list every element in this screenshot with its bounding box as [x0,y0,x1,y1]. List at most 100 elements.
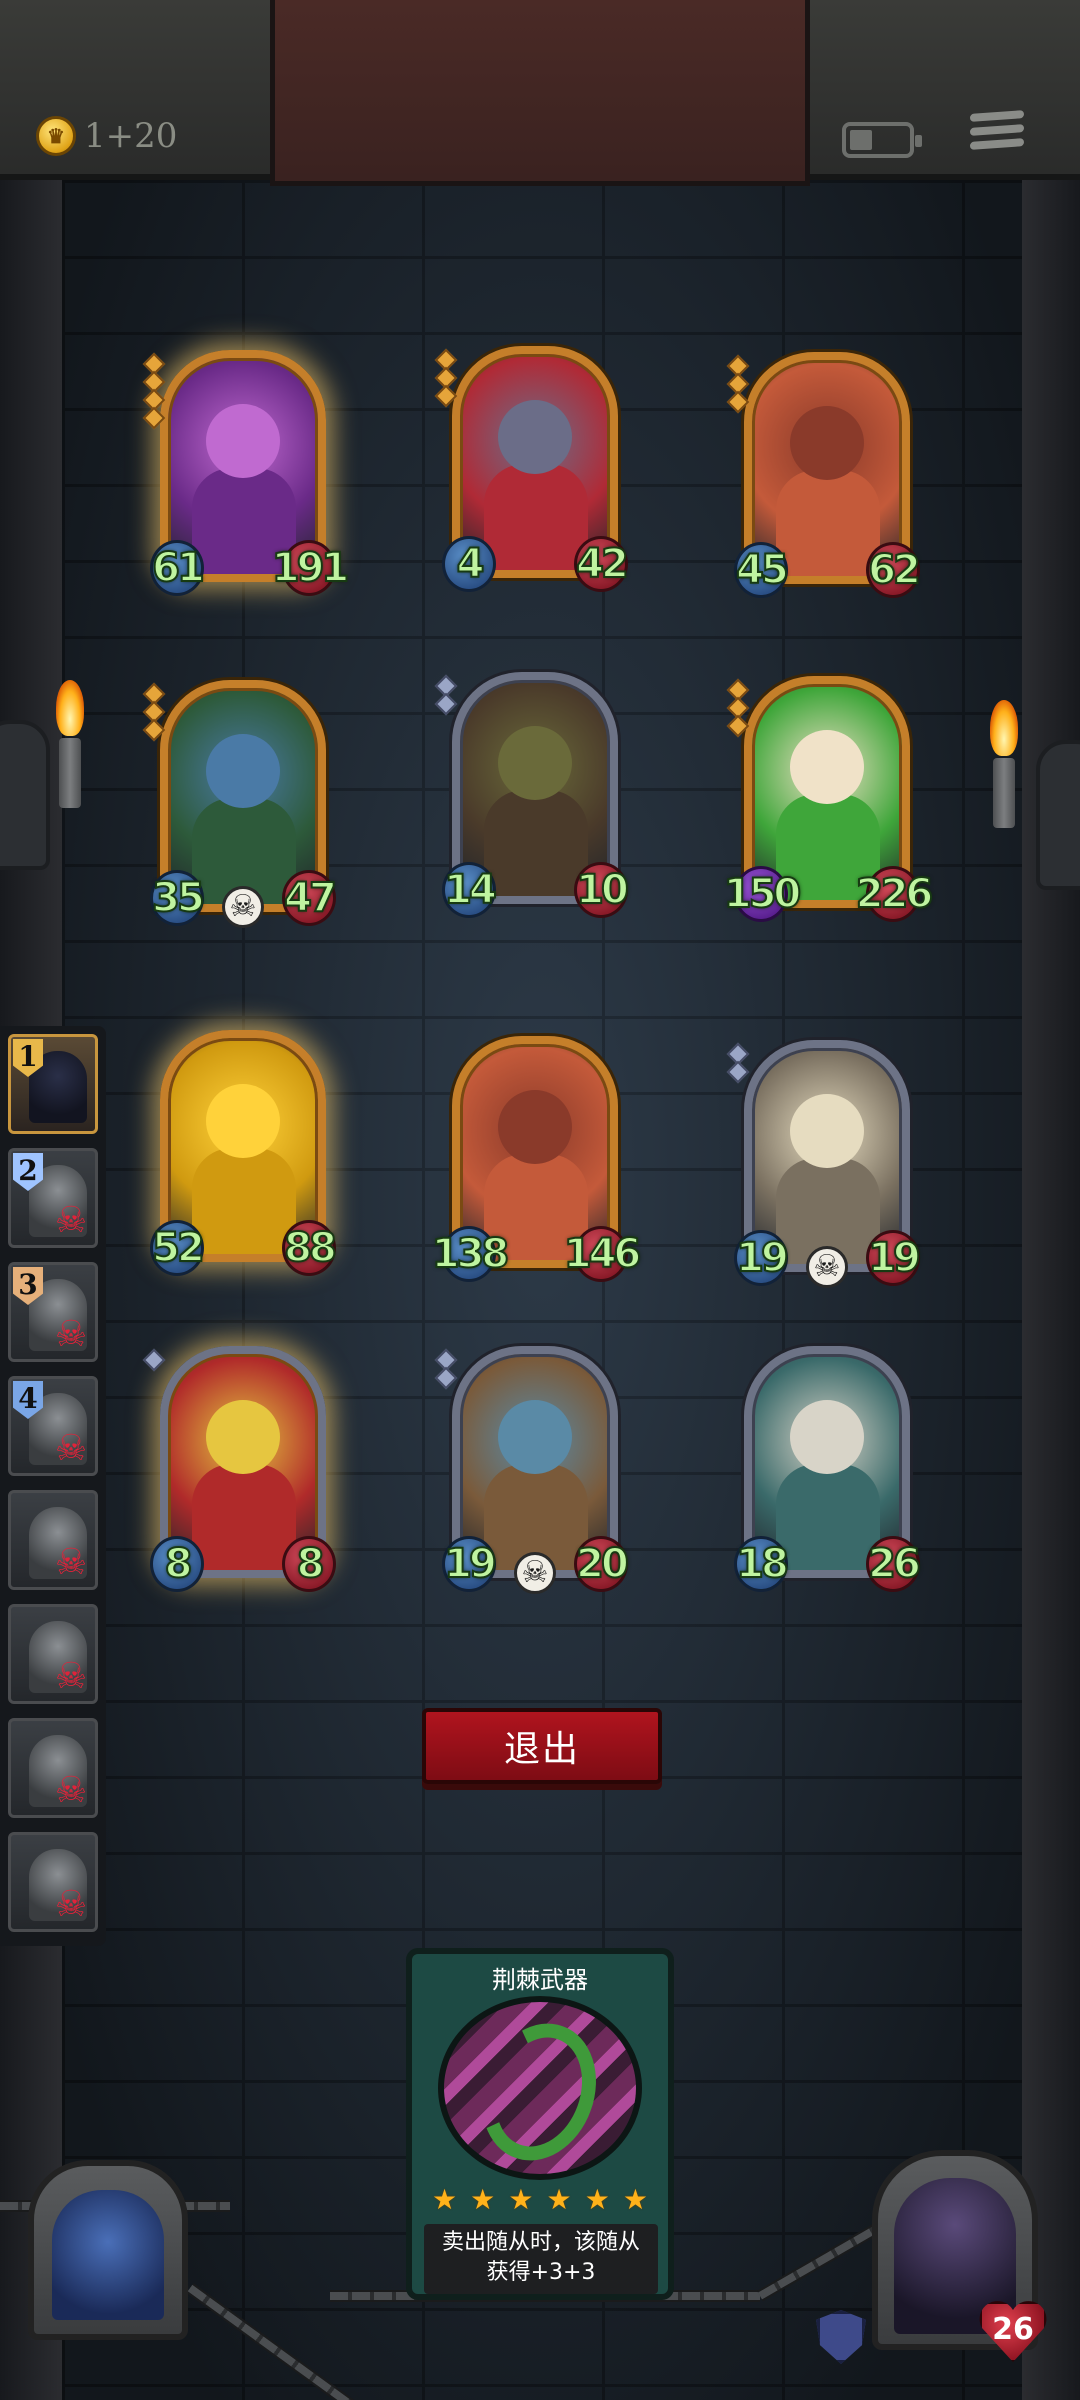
minion-attack: 138 [431,1226,510,1282]
minion-attack: 14 [442,862,498,918]
torch-right-icon [984,700,1024,840]
battery-icon [842,122,922,158]
eliminated-skull-icon: ☠ [54,1200,88,1241]
minion-card[interactable]: 61 191 [142,350,350,596]
minion-attack: 19 [734,1230,790,1286]
roster-slot[interactable]: ☠ [8,1718,98,1818]
minion-health: 26 [866,1536,922,1592]
minion-portrait [168,1354,318,1570]
minion-health: 88 [282,1220,338,1276]
roster-slot[interactable]: 1 [8,1034,98,1134]
minion-portrait [460,1354,610,1570]
eliminated-skull-icon: ☠ [54,1884,88,1925]
minion-attack: 52 [150,1220,206,1276]
deathrattle-skull-icon: ☠ [806,1246,848,1288]
minion-card[interactable]: 138 146 [431,1036,642,1282]
minion-tier-pips [142,1348,166,1372]
minion-attack: 18 [734,1536,790,1592]
tier-pip-icon [434,1366,458,1390]
eliminated-skull-icon: ☠ [54,1542,88,1583]
minion-card[interactable]: 88 [142,1346,336,1592]
roster-slot[interactable]: ☠ [8,1490,98,1590]
minion-portrait [460,354,610,570]
wall-sconce-left [0,720,50,870]
star-icon: ★ [546,2184,572,2215]
star-icon: ★ [584,2184,610,2215]
minion-attack: 61 [150,540,206,596]
wall-right-edge [1022,0,1080,2400]
spell-desc-line2: 获得+3+3 [486,2260,596,2285]
minion-attack: 4 [442,536,496,592]
minion-health: 20 [574,1536,630,1592]
minion-portrait [752,360,902,576]
opponent-hero-portrait[interactable] [28,2160,188,2340]
minion-portrait [168,688,318,904]
roster-slot[interactable]: 2 ☠ [8,1148,98,1248]
minion-card[interactable]: 19 20 ☠ [434,1346,630,1594]
minion-health: 226 [855,866,934,922]
tier-pip-icon [142,406,166,430]
minion-health: 10 [574,862,630,918]
tier-pip-icon [142,1348,166,1372]
minion-tier-pips [434,1348,458,1390]
star-icon: ★ [508,2184,534,2215]
tier-pip-icon [726,390,750,414]
minion-health: 19 [866,1230,922,1286]
spell-card[interactable]: 荆棘武器 ★ ★ ★ ★ ★ ★ 卖出随从时，该随从 获得+3+3 [406,1948,674,2300]
crown-coin-icon: ♛ [36,116,76,156]
roster-slot[interactable]: ☠ [8,1604,98,1704]
menu-icon[interactable] [970,110,1024,160]
hero-health-value: 26 [992,2312,1034,2347]
eliminated-skull-icon: ☠ [54,1314,88,1355]
minion-tier-pips [726,678,750,738]
minion-attack: 35 [150,870,206,926]
gold-text: 1+20 [84,116,178,156]
eliminated-skull-icon: ☠ [54,1656,88,1697]
deathrattle-skull-icon: ☠ [514,1552,556,1594]
tier-pip-icon [726,1060,750,1084]
minion-attack: 19 [442,1536,498,1592]
minion-card[interactable]: 35 47 ☠ [142,680,338,928]
tier-pip-icon [142,718,166,742]
player-roster: 1 2 ☠ 3 ☠ 4 ☠ ☠ ☠ ☠ ☠ [0,1026,106,1946]
deathrattle-skull-icon: ☠ [222,886,264,928]
minion-health: 191 [271,540,350,596]
minion-health: 47 [282,870,338,926]
star-icon: ★ [470,2184,496,2215]
spell-card-title: 荆棘武器 [492,1966,588,1994]
eliminated-skull-icon: ☠ [54,1770,88,1811]
minion-tier-pips [726,1042,750,1084]
roster-slot[interactable]: 3 ☠ [8,1262,98,1362]
minion-portrait [168,358,318,574]
tier-pip-icon [434,384,458,408]
thorn-weapon-art [438,1996,642,2180]
minion-health: 8 [282,1536,336,1592]
minion-health: 62 [866,542,922,598]
tier-pip-icon [726,714,750,738]
minion-card[interactable]: 45 62 [726,352,922,598]
minion-card[interactable]: 14 10 [434,672,630,918]
minion-tier-pips [142,352,166,430]
minion-attack: 45 [734,542,790,598]
minion-portrait [752,1048,902,1264]
minion-card[interactable]: 150 226 [723,676,934,922]
spell-card-stars: ★ ★ ★ ★ ★ ★ [432,2186,648,2214]
star-icon: ★ [622,2184,648,2215]
minion-portrait [460,680,610,896]
minion-portrait [752,1354,902,1570]
gold-counter: ♛ 1+20 [36,116,177,156]
wall-sconce-right [1036,740,1080,890]
eliminated-skull-icon: ☠ [54,1428,88,1469]
roster-slot[interactable]: 4 ☠ [8,1376,98,1476]
minion-card[interactable]: 4 42 [434,346,630,592]
minion-tier-pips [142,682,166,742]
roster-slot[interactable]: ☠ [8,1832,98,1932]
minion-portrait [460,1044,610,1260]
torch-left-icon [50,680,90,820]
minion-card[interactable]: 18 26 [734,1346,922,1592]
minion-card[interactable]: 52 88 [150,1030,338,1276]
minion-card[interactable]: 19 19 ☠ [726,1040,922,1288]
exit-button[interactable]: 退出 [422,1708,662,1784]
tier-pip-icon [434,692,458,716]
star-icon: ★ [432,2184,458,2215]
